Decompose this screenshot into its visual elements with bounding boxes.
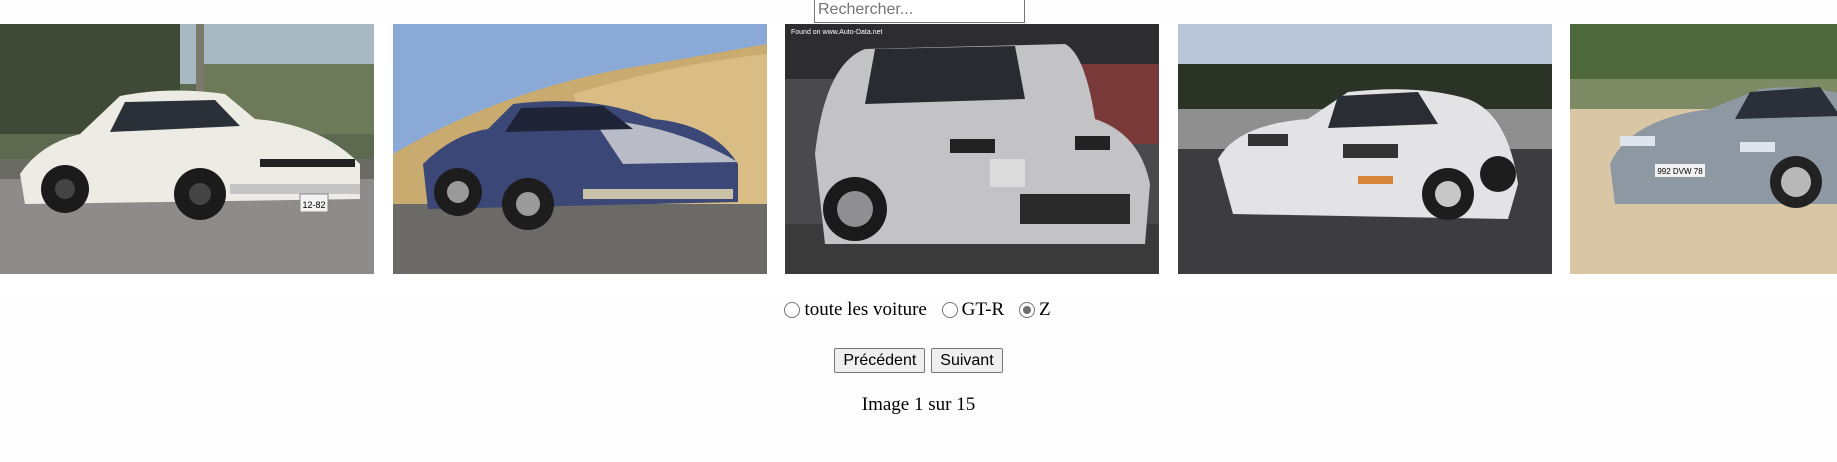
filter-label: toute les voiture	[804, 298, 927, 320]
grey-nissan-350z-photo: 992 DVW 78	[1570, 24, 1837, 274]
silver-nissan-300zx-z31-photo: Found on www.Auto-Data.net	[785, 24, 1159, 274]
filter-label: GT-R	[961, 298, 1005, 320]
white-nissan-300zx-z32-photo	[1178, 24, 1552, 274]
car-photo[interactable]: Found on www.Auto-Data.net	[785, 24, 1159, 274]
image-gallery[interactable]: 12-82 Found on www.Auto-Data.net 992 DVW…	[0, 24, 1837, 296]
filter-option-z[interactable]: Z	[1015, 299, 1057, 321]
license-plate-text: 992 DVW 78	[1657, 167, 1703, 176]
license-plate-text: 12-82	[302, 200, 325, 210]
category-filter-group: toute les voiture GT-R Z	[0, 298, 1837, 324]
image-counter: Image 1 sur 15	[861, 394, 976, 415]
next-button[interactable]: Suivant	[931, 348, 1003, 373]
filter-option-gtr[interactable]: GT-R	[938, 299, 1011, 321]
car-photo[interactable]: 12-82	[0, 24, 374, 274]
car-photo[interactable]	[1178, 24, 1552, 274]
search-input[interactable]	[814, 0, 1025, 23]
car-photo[interactable]: 992 DVW 78	[1570, 24, 1837, 274]
radio-z[interactable]	[1018, 301, 1035, 318]
pagination-nav: Précédent Suivant	[0, 348, 1837, 373]
car-photo[interactable]	[393, 24, 767, 274]
radio-all[interactable]	[784, 301, 801, 318]
radio-gtr[interactable]	[941, 301, 958, 318]
blue-silver-datsun-280zx-photo	[393, 24, 767, 274]
previous-button[interactable]: Précédent	[834, 348, 926, 373]
image-caption: Found on www.Auto-Data.net	[791, 29, 882, 36]
white-nissan-240z-photo: 12-82	[0, 24, 374, 274]
filter-label: Z	[1038, 298, 1051, 320]
filter-option-all[interactable]: toute les voiture	[780, 299, 932, 321]
